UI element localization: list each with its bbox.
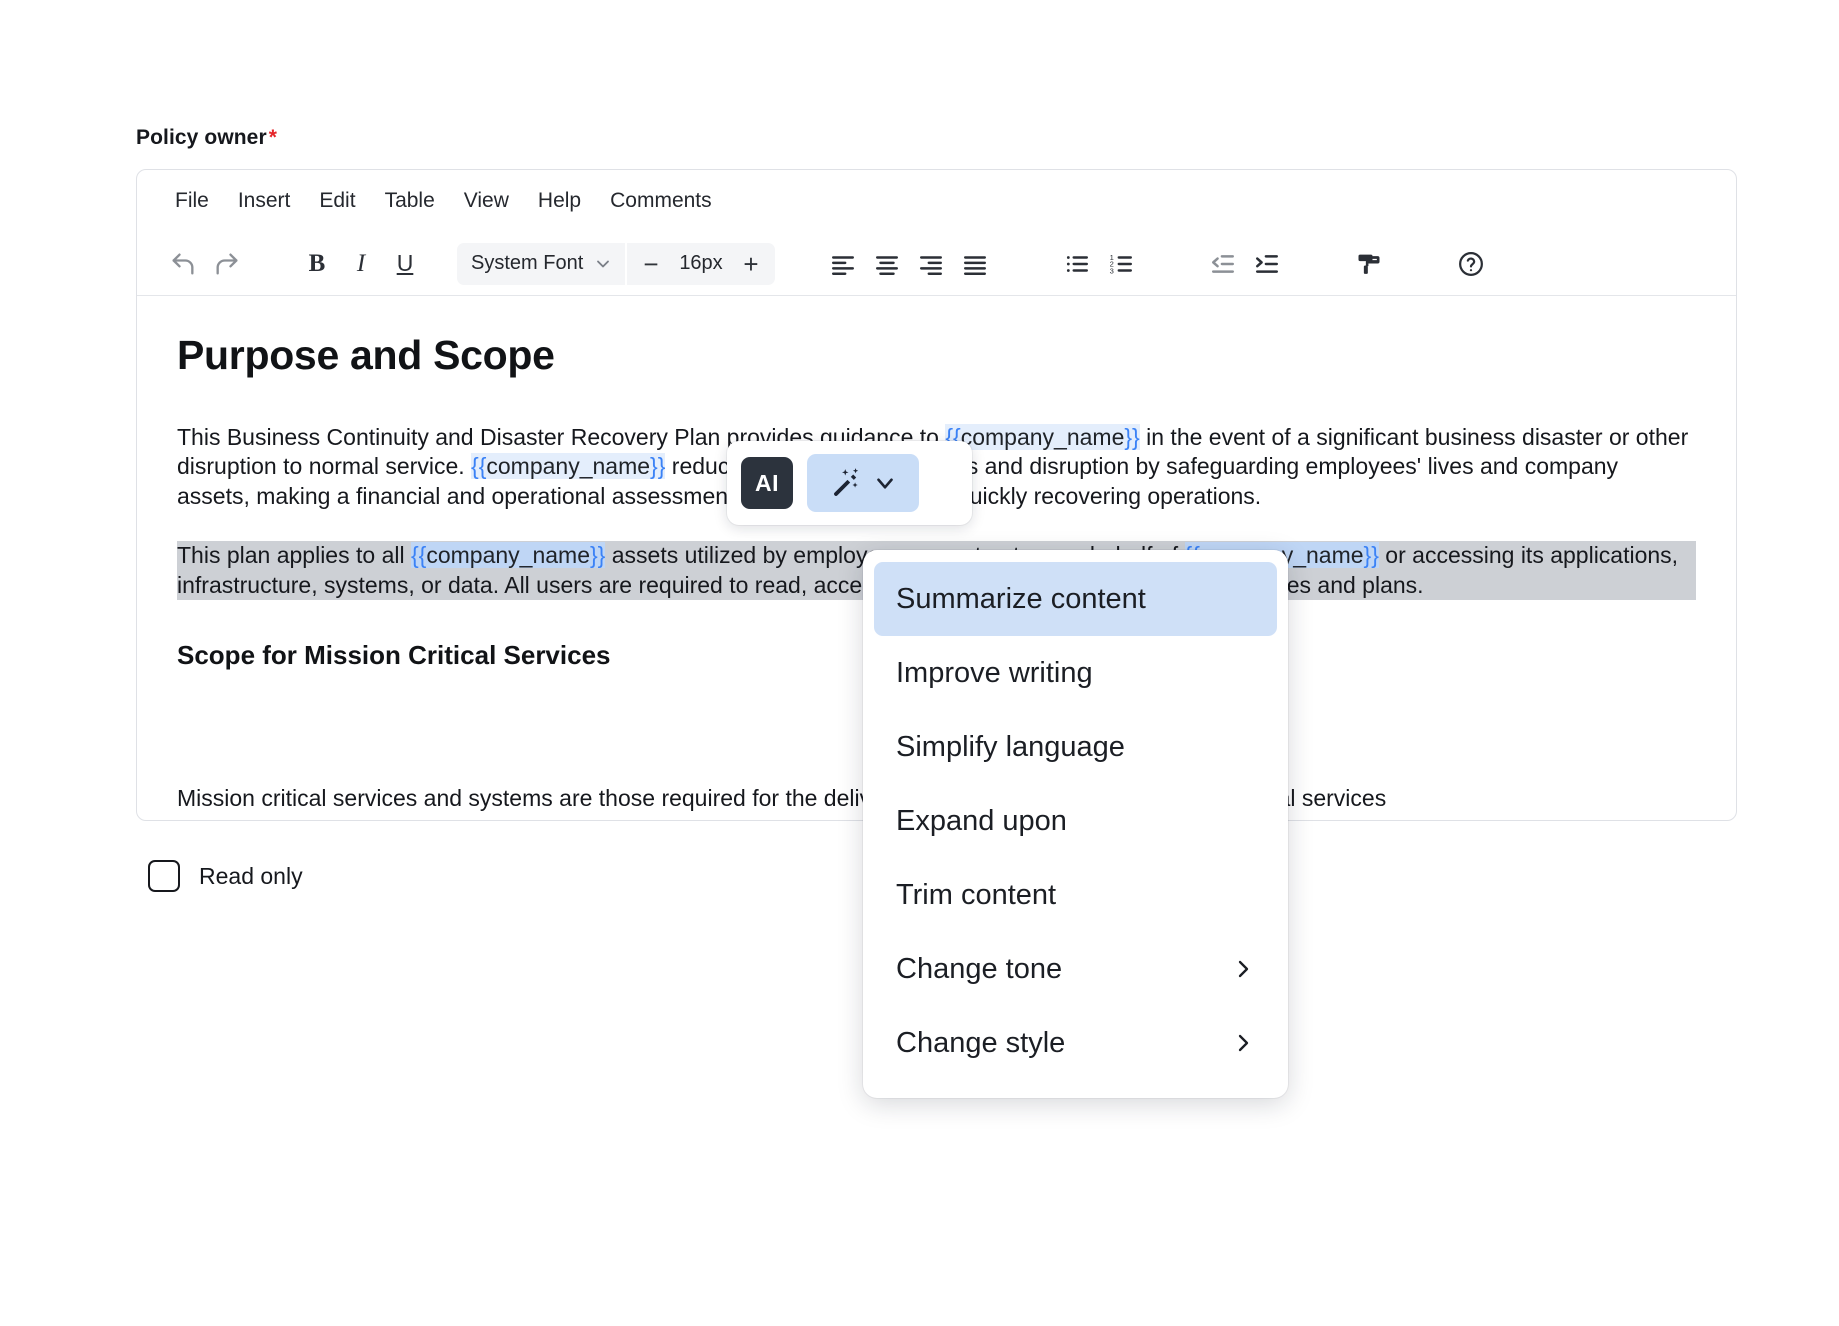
ai-menu-trim-content[interactable]: Trim content — [874, 858, 1277, 932]
p2-part1: This plan applies to all — [177, 542, 411, 569]
font-size-stepper: − 16px + — [627, 242, 775, 285]
underline-button[interactable]: U — [383, 242, 427, 286]
chevron-down-icon — [593, 254, 613, 274]
read-only-row: Read only — [148, 860, 303, 892]
menu-edit[interactable]: Edit — [307, 183, 367, 219]
bullet-list-icon[interactable] — [1055, 242, 1099, 286]
field-label-text: Policy owner — [136, 126, 267, 149]
chevron-right-icon — [1231, 957, 1255, 981]
chevron-right-icon — [1231, 1031, 1255, 1055]
page-title: Policy owner* — [136, 126, 277, 150]
ai-menu-item-label: Change tone — [896, 952, 1063, 985]
align-center-icon[interactable] — [865, 242, 909, 286]
menu-comments[interactable]: Comments — [598, 183, 724, 219]
menu-file[interactable]: File — [163, 183, 221, 219]
ai-menu-item-label: Improve writing — [896, 656, 1093, 689]
read-only-checkbox[interactable] — [148, 860, 180, 892]
svg-text:3: 3 — [1110, 266, 1114, 275]
menu-view[interactable]: View — [452, 183, 521, 219]
ai-badge-button[interactable]: AI — [741, 457, 793, 509]
placeholder-company-name: {{company_name}} — [410, 542, 606, 569]
font-size-increase-button[interactable]: + — [733, 246, 769, 282]
align-left-icon[interactable] — [821, 242, 865, 286]
ai-menu-item-label: Change style — [896, 1026, 1066, 1059]
font-size-value[interactable]: 16px — [671, 252, 731, 275]
ai-menu-item-label: Expand upon — [896, 804, 1067, 837]
screen: Policy owner* File Insert Edit Table Vie… — [0, 0, 1839, 1326]
ai-menu-simplify-language[interactable]: Simplify language — [874, 710, 1277, 784]
format-painter-icon[interactable] — [1347, 242, 1391, 286]
ai-actions-menu: Summarize content Improve writing Simpli… — [863, 550, 1288, 1098]
font-family-select[interactable]: System Font — [457, 242, 625, 285]
italic-label: I — [356, 249, 366, 277]
menu-table[interactable]: Table — [373, 183, 447, 219]
ai-menu-change-style[interactable]: Change style — [874, 1006, 1277, 1080]
italic-button[interactable]: I — [339, 242, 383, 286]
outdent-icon[interactable] — [1201, 242, 1245, 286]
ai-menu-change-tone[interactable]: Change tone — [874, 932, 1277, 1006]
required-asterisk: * — [268, 126, 278, 149]
redo-icon[interactable] — [205, 242, 249, 286]
bold-label: B — [308, 249, 326, 277]
menu-insert[interactable]: Insert — [226, 183, 303, 219]
chevron-down-icon — [872, 470, 898, 496]
ai-menu-item-label: Summarize content — [896, 582, 1146, 615]
ai-menu-item-label: Simplify language — [896, 730, 1125, 763]
placeholder-company-name: {{company_name}} — [945, 424, 1140, 450]
indent-icon[interactable] — [1245, 242, 1289, 286]
help-circle-icon[interactable] — [1449, 242, 1493, 286]
align-justify-icon[interactable] — [953, 242, 997, 286]
placeholder-company-name: {{company_name}} — [471, 453, 666, 480]
ai-floating-toolbar: AI — [727, 441, 972, 525]
placeholder-text: company_name — [960, 424, 1125, 450]
read-only-label: Read only — [199, 862, 303, 889]
placeholder-text: company_name — [486, 453, 651, 480]
font-size-decrease-button[interactable]: − — [633, 246, 669, 282]
ai-actions-dropdown-button[interactable] — [807, 454, 919, 512]
align-right-icon[interactable] — [909, 242, 953, 286]
ai-menu-expand-upon[interactable]: Expand upon — [874, 784, 1277, 858]
underline-label: U — [396, 250, 414, 276]
menu-help[interactable]: Help — [526, 183, 593, 219]
document-heading: Purpose and Scope — [177, 332, 555, 378]
placeholder-text: company_name — [426, 542, 590, 569]
magic-wand-icon — [828, 464, 866, 502]
editor-toolbar: B I U System Font − 16px + 1 2 3 — [137, 232, 1736, 296]
numbered-list-icon[interactable]: 1 2 3 — [1099, 242, 1143, 286]
editor-menubar: File Insert Edit Table View Help Comment… — [137, 170, 1736, 232]
ai-menu-summarize-content[interactable]: Summarize content — [874, 562, 1277, 636]
undo-icon[interactable] — [161, 242, 205, 286]
ai-menu-improve-writing[interactable]: Improve writing — [874, 636, 1277, 710]
font-family-value: System Font — [471, 252, 584, 274]
bold-button[interactable]: B — [295, 242, 339, 286]
ai-menu-item-label: Trim content — [896, 878, 1057, 911]
